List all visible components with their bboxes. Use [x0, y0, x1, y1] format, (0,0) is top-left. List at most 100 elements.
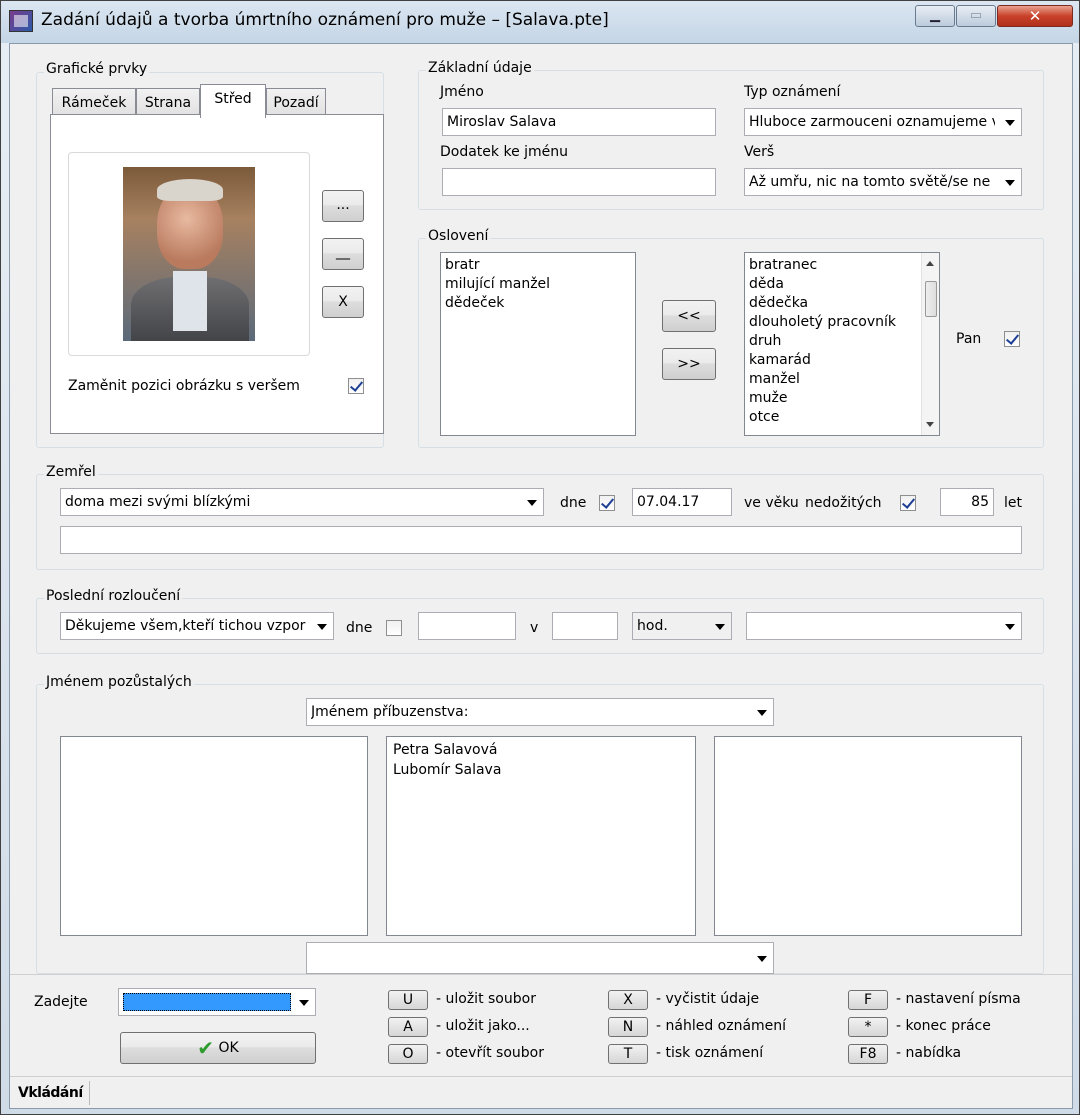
checkmark-icon: ✔ [197, 1036, 215, 1060]
available-salutations-list[interactable]: bratranec děda dědečka dlouholetý pracov… [744, 252, 940, 436]
maximize-button[interactable]: ▭ [956, 5, 996, 27]
survivors-header-value: Jménem příbuzenstva: [311, 704, 469, 720]
portrait-photo [123, 167, 255, 341]
print-key-desc: - tisk oznámení [656, 1045, 764, 1061]
verse-value: Až umřu, nic na tomto světě/se ne [749, 174, 991, 190]
survivors-left-list[interactable] [60, 736, 368, 936]
title-bar[interactable]: Zadání údajů a tvorba úmrtního oznámení … [1, 1, 1079, 43]
print-key-button[interactable]: T [608, 1044, 648, 1064]
enter-select-highlight [123, 993, 291, 1011]
list-item[interactable]: Lubomír Salava [393, 761, 501, 780]
farewell-time-input[interactable] [552, 612, 618, 640]
survivors-footer-select[interactable] [306, 942, 774, 974]
minimize-button[interactable]: ▁ [915, 5, 955, 27]
chevron-down-icon [1005, 180, 1015, 186]
list-item[interactable]: manžel [749, 370, 800, 389]
tab-pozadi[interactable]: Pozadí [266, 88, 326, 116]
close-button[interactable]: ✕ [997, 5, 1073, 27]
ok-button[interactable]: ✔ OK [120, 1032, 316, 1064]
preview-key-button[interactable]: N [608, 1017, 648, 1037]
list-item[interactable]: muže [749, 389, 787, 408]
list-item[interactable]: dědeček [445, 294, 504, 313]
list-item[interactable]: druh [749, 332, 781, 351]
tab-stred[interactable]: Střed [200, 84, 266, 118]
basic-info-label: Základní údaje [426, 60, 534, 76]
death-place-select[interactable]: doma mezi svými blízkými [60, 488, 544, 516]
hour-value: hod. [637, 618, 668, 634]
status-mode: Vkládání [12, 1081, 90, 1105]
farewell-date-label: dne [346, 620, 373, 636]
list-item[interactable]: kamarád [749, 351, 811, 370]
swap-position-label: Zaměnit pozici obrázku s veršem [68, 378, 300, 394]
survivors-right-list[interactable] [714, 736, 1022, 936]
pan-checkbox[interactable] [1004, 331, 1020, 347]
survivors-label: Jménem pozůstalých [44, 674, 194, 690]
tab-ramecek[interactable]: Rámeček [52, 88, 136, 116]
name-input[interactable]: Miroslav Salava [442, 108, 716, 136]
swap-position-checkbox[interactable] [348, 378, 364, 394]
list-item[interactable]: otce [749, 408, 779, 427]
scrollbar[interactable] [921, 253, 939, 435]
death-date-checkbox[interactable] [599, 495, 615, 511]
list-item[interactable]: dlouholetý pracovník [749, 313, 896, 332]
list-item[interactable]: dědečka [749, 294, 808, 313]
pan-label: Pan [956, 331, 982, 347]
remove-salutation-button[interactable]: >> [662, 348, 716, 380]
farewell-date-input[interactable] [418, 612, 516, 640]
app-icon [9, 10, 33, 32]
list-item[interactable]: bratr [445, 256, 479, 275]
window-title: Zadání údajů a tvorba úmrtního oznámení … [41, 10, 609, 30]
open-key-button[interactable]: O [388, 1044, 428, 1064]
announcement-type-select[interactable]: Hluboce zarmouceni oznamujeme v [744, 108, 1022, 136]
unlived-checkbox[interactable] [900, 495, 916, 511]
name-suffix-label: Dodatek ke jménu [440, 144, 569, 160]
enter-label: Zadejte [34, 994, 88, 1010]
selected-salutations-list[interactable]: bratr milující manžel dědeček [440, 252, 636, 436]
verse-label: Verš [744, 144, 775, 160]
hour-select[interactable]: hod. [632, 612, 732, 640]
save-as-key-button[interactable]: A [388, 1017, 428, 1037]
add-salutation-button[interactable]: << [662, 300, 716, 332]
enter-select[interactable] [118, 988, 316, 1016]
scroll-down-icon[interactable] [926, 422, 934, 427]
clear-key-button[interactable]: X [608, 990, 648, 1010]
unlived-label: nedožitých [805, 495, 882, 511]
list-item[interactable]: děda [749, 275, 784, 294]
farewell-place-select[interactable] [746, 612, 1022, 640]
chevron-down-icon [299, 1000, 309, 1006]
exit-key-desc: - konec práce [896, 1018, 991, 1034]
save-as-key-desc: - uložit jako... [436, 1018, 530, 1034]
announcement-type-label: Typ oznámení [744, 84, 841, 100]
name-suffix-input[interactable] [442, 168, 716, 196]
list-item[interactable]: Petra Salavová [393, 741, 497, 760]
menu-key-button[interactable]: F8 [848, 1044, 888, 1064]
death-note-input[interactable] [60, 526, 1022, 554]
survivors-header-select[interactable]: Jménem příbuzenstva: [306, 698, 774, 726]
chevron-down-icon [1005, 120, 1015, 126]
name-label: Jméno [440, 84, 484, 100]
scroll-up-icon[interactable] [926, 261, 934, 266]
preview-key-desc: - náhled oznámení [656, 1018, 787, 1034]
verse-select[interactable]: Až umřu, nic na tomto světě/se ne [744, 168, 1022, 196]
scroll-thumb[interactable] [925, 281, 937, 317]
save-key-desc: - uložit soubor [436, 991, 536, 1007]
remove-image-button[interactable]: X [322, 286, 364, 318]
browse-image-button[interactable]: ... [322, 190, 364, 222]
death-label: Zemřel [44, 464, 98, 480]
chevron-down-icon [527, 500, 537, 506]
age-input[interactable]: 85 [940, 488, 994, 516]
death-place-value: doma mezi svými blízkými [65, 494, 251, 510]
survivors-middle-list[interactable]: Petra Salavová Lubomír Salava [386, 736, 696, 936]
exit-key-button[interactable]: * [848, 1017, 888, 1037]
list-item[interactable]: bratranec [749, 256, 817, 275]
save-key-button[interactable]: U [388, 990, 428, 1010]
farewell-text-select[interactable]: Děkujeme všem,kteří tichou vzpor [60, 612, 334, 640]
chevron-down-icon [757, 710, 767, 716]
farewell-date-checkbox[interactable] [386, 620, 402, 636]
list-item[interactable]: milující manžel [445, 275, 550, 294]
font-key-button[interactable]: F [848, 990, 888, 1010]
death-date-input[interactable]: 07.04.17 [632, 488, 732, 516]
farewell-label: Poslední rozloučení [44, 588, 183, 604]
tab-strana[interactable]: Strana [136, 88, 200, 116]
clear-image-button[interactable]: __ [322, 238, 364, 270]
